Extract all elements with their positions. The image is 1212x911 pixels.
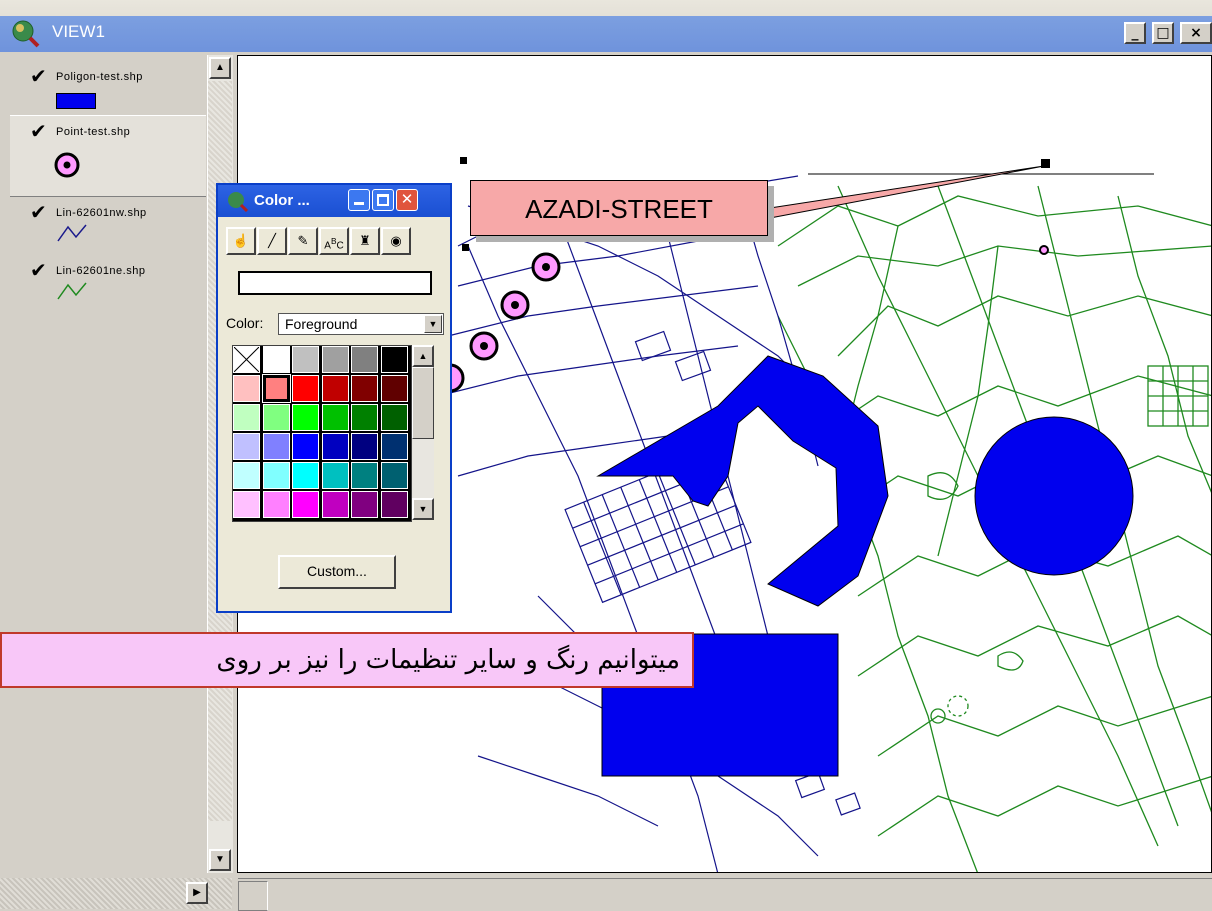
caption-text-box: میتوانیم رنگ و سایر تنظیمات را نیز بر رو… [0, 632, 694, 688]
table-of-contents: ✔ Poligon-test.shp ✔ Point-test.shp ✔ Li… [10, 55, 208, 873]
line-symbol-icon [57, 224, 87, 242]
scroll-thumb[interactable] [412, 367, 434, 439]
color-swatch[interactable] [233, 375, 260, 402]
color-swatch[interactable] [351, 375, 378, 402]
toc-layer-lin-nw[interactable]: ✔ Lin-62601nw.shp [10, 197, 206, 255]
custom-color-button[interactable]: Custom... [278, 555, 396, 589]
selection-handle-icon[interactable] [460, 157, 467, 164]
palette-title-bar[interactable]: Color ... ✕ [218, 185, 450, 217]
color-swatch[interactable] [233, 404, 260, 431]
palette-globe-icon [228, 192, 248, 212]
layer-name: Lin-62601ne.shp [56, 265, 146, 277]
scroll-up-icon[interactable]: ▲ [412, 345, 434, 367]
selection-handle-icon[interactable] [1041, 159, 1050, 168]
palette-title: Color ... [254, 192, 310, 209]
color-swatch[interactable] [262, 491, 290, 518]
status-bar [238, 878, 1212, 911]
color-swatch[interactable] [262, 433, 290, 460]
toc-horizontal-scrollbar[interactable]: ▶ [0, 878, 232, 909]
color-swatch[interactable] [292, 433, 319, 460]
marker-icon[interactable]: ✎ [288, 227, 318, 255]
minimize-button[interactable]: _ [1124, 22, 1146, 44]
color-grid[interactable] [232, 345, 412, 522]
point-features [435, 252, 561, 393]
current-color-swatch [238, 271, 432, 295]
circle-polygon-feature[interactable] [974, 416, 1134, 576]
scroll-right-icon[interactable]: ▶ [186, 882, 208, 904]
color-swatch[interactable] [351, 462, 378, 489]
point-symbol-icon [54, 152, 80, 178]
polygon-feature[interactable] [596, 355, 889, 607]
close-button[interactable]: × [1180, 22, 1212, 44]
palette-icon[interactable]: ◉ [381, 227, 411, 255]
toc-layer-poligon[interactable]: ✔ Poligon-test.shp [10, 59, 206, 115]
color-swatch[interactable] [351, 346, 378, 373]
arcview-globe-icon [10, 18, 40, 48]
layer-visible-checkbox[interactable]: ✔ [30, 67, 47, 87]
layer-visible-checkbox[interactable]: ✔ [30, 203, 47, 223]
color-swatch[interactable] [321, 346, 349, 373]
paint-bucket-icon[interactable]: ♜ [350, 227, 380, 255]
color-swatch[interactable] [292, 346, 319, 373]
layer-visible-checkbox[interactable]: ✔ [30, 122, 47, 142]
scroll-down-icon[interactable]: ▼ [209, 849, 231, 871]
color-swatch[interactable] [321, 433, 349, 460]
color-swatch[interactable] [351, 491, 378, 518]
color-swatch[interactable] [321, 404, 349, 431]
color-palette-window[interactable]: Color ... ✕ ☝ ╱ ✎ ABC ♜ ◉ Color: Foregro… [216, 183, 452, 613]
color-grid-scrollbar[interactable]: ▲ ▼ [412, 345, 434, 520]
color-swatch[interactable] [262, 462, 290, 489]
color-swatch[interactable] [321, 462, 349, 489]
color-swatch[interactable] [380, 433, 408, 460]
layer-name: Lin-62601nw.shp [56, 207, 147, 219]
layer-name: Poligon-test.shp [56, 71, 143, 83]
color-swatch[interactable] [380, 375, 408, 402]
toc-layer-lin-ne[interactable]: ✔ Lin-62601ne.shp [10, 255, 206, 313]
color-swatch[interactable] [321, 491, 349, 518]
color-swatch[interactable] [380, 491, 408, 518]
color-swatch[interactable] [233, 491, 260, 518]
point-marker-icon [1039, 245, 1049, 255]
hand-icon[interactable]: ☝ [226, 227, 256, 255]
color-swatch[interactable] [380, 462, 408, 489]
scroll-down-icon[interactable]: ▼ [412, 498, 434, 520]
color-swatch[interactable] [351, 404, 378, 431]
color-swatch[interactable] [233, 433, 260, 460]
color-swatch[interactable] [380, 346, 408, 373]
color-swatch[interactable] [380, 404, 408, 431]
selected-color-swatch[interactable] [261, 374, 291, 403]
color-swatch[interactable] [292, 404, 319, 431]
scroll-up-icon[interactable]: ▲ [209, 57, 231, 79]
layer-name: Point-test.shp [56, 126, 131, 138]
palette-minimize-button[interactable] [348, 189, 370, 211]
color-swatch[interactable] [292, 462, 319, 489]
color-swatch[interactable] [292, 375, 319, 402]
street-label-callout[interactable]: AZADI-STREET [470, 180, 768, 236]
color-swatch[interactable] [262, 346, 290, 373]
color-swatch[interactable] [262, 404, 290, 431]
maximize-button[interactable]: □ [1152, 22, 1174, 44]
text-abc-icon[interactable]: ABC [319, 227, 349, 255]
color-label: Color: [226, 315, 264, 331]
line-symbol-icon [57, 282, 87, 300]
palette-maximize-button[interactable] [372, 189, 394, 211]
polygon-symbol-icon [56, 93, 96, 109]
color-target-select[interactable]: Foreground ▼ [278, 313, 444, 335]
palette-close-button[interactable]: ✕ [396, 189, 418, 211]
chevron-down-icon[interactable]: ▼ [424, 315, 442, 333]
toc-layer-point[interactable]: ✔ Point-test.shp [10, 115, 206, 197]
pen-icon[interactable]: ╱ [257, 227, 287, 255]
color-swatch[interactable] [321, 375, 349, 402]
selection-handle-icon[interactable] [462, 244, 469, 251]
layer-visible-checkbox[interactable]: ✔ [30, 261, 47, 281]
color-swatch[interactable] [351, 433, 378, 460]
window-title: VIEW1 [52, 22, 105, 41]
color-swatch[interactable] [233, 462, 260, 489]
color-swatch[interactable] [292, 491, 319, 518]
color-select-value: Foreground [285, 316, 358, 332]
status-panel [238, 881, 268, 911]
no-color-swatch[interactable] [233, 346, 260, 373]
window-title-bar [0, 0, 1212, 52]
